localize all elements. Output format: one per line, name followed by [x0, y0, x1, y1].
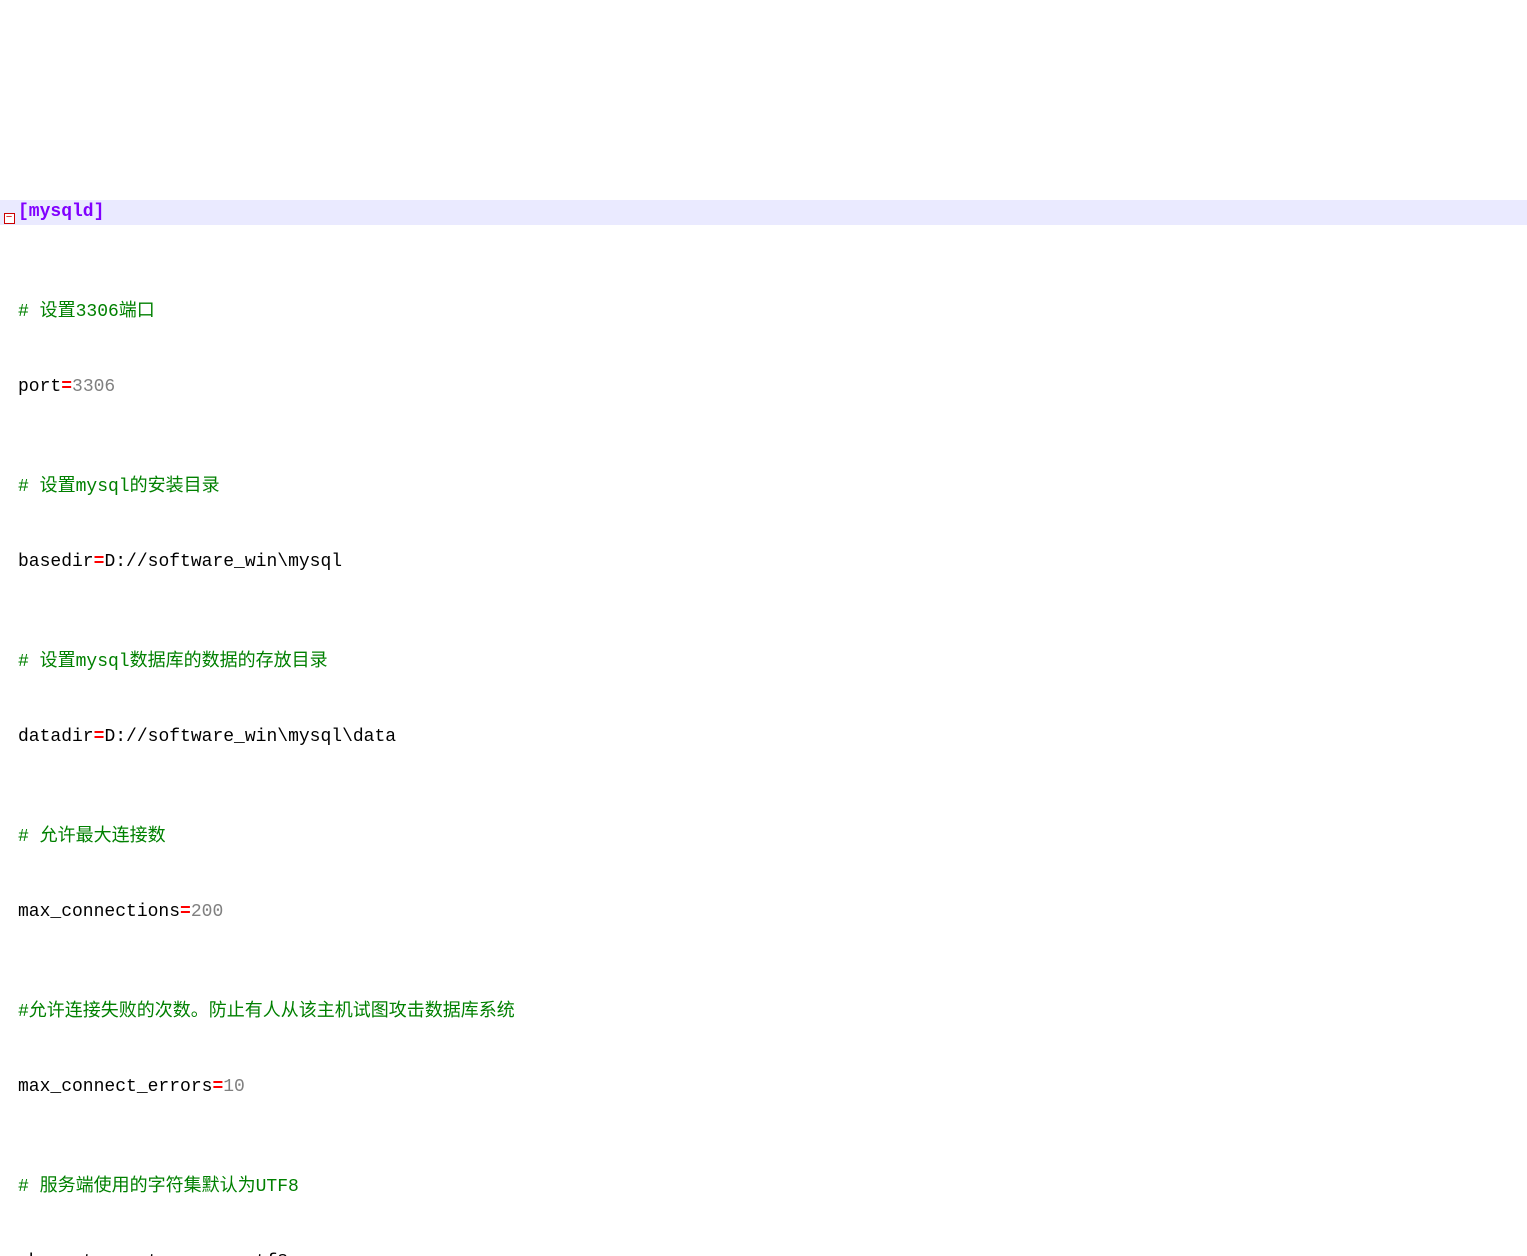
- config-key: max_connections: [18, 902, 180, 922]
- code-line: basedir=D://software_win\mysql: [0, 550, 1527, 575]
- equals-sign: =: [212, 1077, 223, 1097]
- comment-text: # 服务端使用的字符集默认为UTF8: [18, 1177, 299, 1197]
- code-line: # 设置3306端口: [0, 300, 1527, 325]
- fold-toggle-icon[interactable]: −: [4, 213, 15, 224]
- equals-sign: =: [180, 902, 191, 922]
- equals-sign: =: [61, 377, 72, 397]
- code-line: − [mysqld]: [0, 200, 1527, 225]
- code-line: # 设置mysql的安装目录: [0, 475, 1527, 500]
- equals-sign: =: [234, 1252, 245, 1256]
- code-line: max_connections=200: [0, 900, 1527, 925]
- config-key: max_connect_errors: [18, 1077, 212, 1097]
- code-line: # 服务端使用的字符集默认为UTF8: [0, 1175, 1527, 1200]
- config-key: datadir: [18, 727, 94, 747]
- code-editor[interactable]: − [mysqld] # 设置3306端口 port=3306 # 设置mysq…: [0, 100, 1527, 1256]
- config-value: 200: [191, 902, 223, 922]
- comment-text: # 设置mysql的安装目录: [18, 477, 220, 497]
- config-value: 3306: [72, 377, 115, 397]
- code-line: # 允许最大连接数: [0, 825, 1527, 850]
- config-value: utf8: [245, 1252, 288, 1256]
- config-value: 10: [223, 1077, 245, 1097]
- code-line: port=3306: [0, 375, 1527, 400]
- code-line: # 设置mysql数据库的数据的存放目录: [0, 650, 1527, 675]
- section-header: [mysqld]: [18, 202, 104, 222]
- code-line: character-set-server=utf8: [0, 1250, 1527, 1256]
- comment-text: # 设置mysql数据库的数据的存放目录: [18, 652, 328, 672]
- comment-text: # 允许最大连接数: [18, 827, 166, 847]
- comment-text: #允许连接失败的次数。防止有人从该主机试图攻击数据库系统: [18, 1002, 515, 1022]
- config-value: D://software_win\mysql: [104, 552, 342, 572]
- config-key: character-set-server: [18, 1252, 234, 1256]
- code-line: max_connect_errors=10: [0, 1075, 1527, 1100]
- code-line: datadir=D://software_win\mysql\data: [0, 725, 1527, 750]
- config-key: port: [18, 377, 61, 397]
- comment-text: # 设置3306端口: [18, 302, 155, 322]
- equals-sign: =: [94, 727, 105, 747]
- config-key: basedir: [18, 552, 94, 572]
- equals-sign: =: [94, 552, 105, 572]
- config-value: D://software_win\mysql\data: [104, 727, 396, 747]
- code-line: #允许连接失败的次数。防止有人从该主机试图攻击数据库系统: [0, 1000, 1527, 1025]
